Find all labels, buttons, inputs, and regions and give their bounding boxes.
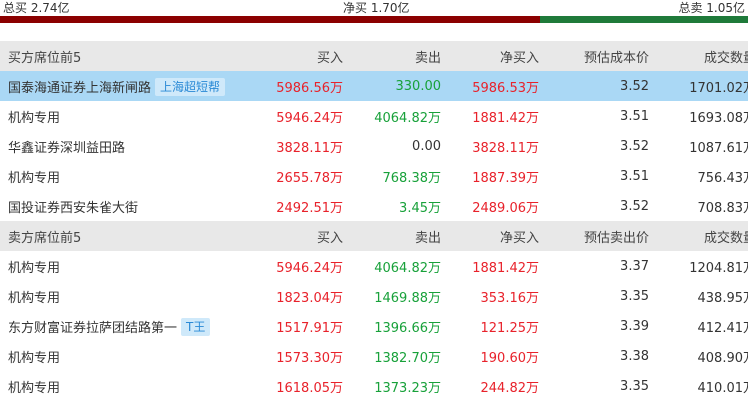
seat-name[interactable]: 华鑫证券深圳益田路 (0, 131, 260, 161)
volume: 408.90万 (697, 350, 748, 366)
sell-ratio-segment (540, 16, 748, 23)
col-sell: 卖出 (343, 41, 441, 71)
buy-seat-row[interactable]: 机构专用 5946.24万 4064.82万 1881.42万 3.51 169… (0, 101, 748, 131)
net-buy-amount: 1881.42万 (472, 260, 539, 276)
seats-table: 买方席位前5 买入 卖出 净买入 预估成本价 成交数量 国泰海通证券上海新闸路上… (0, 41, 748, 401)
seat-name-cell[interactable]: 国泰海通证券上海新闸路 上海超短帮 (0, 71, 260, 101)
volume: 756.43万 (697, 170, 748, 186)
volume: 1087.61万 (689, 140, 748, 156)
buy-ratio-segment (0, 16, 541, 23)
sell-amount: 1382.70万 (374, 350, 441, 366)
seat-name-cell[interactable]: 东方财富证券拉萨团结路第一 T王 (0, 311, 260, 341)
buy-amount: 1573.30万 (276, 350, 343, 366)
sell-amount: 4064.82万 (374, 260, 441, 276)
est-price: 3.51 (620, 108, 649, 124)
net-buy-amount: 2489.06万 (472, 200, 539, 216)
net-buy-amount: 121.25万 (480, 320, 540, 336)
net-buy-amount: 5986.53万 (441, 71, 539, 101)
est-price: 3.35 (620, 378, 649, 394)
buy-seat-row[interactable]: 国泰海通证券上海新闸路 上海超短帮 5986.56万 330.00 5986.53… (0, 71, 748, 101)
buy-amount: 1517.91万 (276, 320, 343, 336)
sell-amount: 1469.88万 (374, 290, 441, 306)
buy-amount: 5986.56万 (260, 71, 343, 101)
sell-seat-row[interactable]: 东方财富证券拉萨团结路第一 T王 1517.91万 1396.66万 121.25… (0, 311, 748, 341)
volume: 1693.08万 (689, 110, 748, 126)
col-buy-seats: 买方席位前5 (0, 41, 260, 71)
est-price: 3.38 (620, 348, 649, 364)
seat-tag[interactable]: T王 (181, 317, 211, 336)
volume: 438.95万 (697, 290, 748, 306)
buy-seat-row[interactable]: 华鑫证券深圳益田路 3828.11万 0.00 3828.11万 3.52 10… (0, 131, 748, 161)
col-volume: 成交数量 (649, 41, 748, 71)
col-sell: 卖出 (343, 221, 441, 251)
col-net-buy: 净买入 (441, 221, 539, 251)
volume: 708.83万 (697, 200, 748, 216)
volume: 1701.02万 (649, 71, 748, 101)
buy-seat-row[interactable]: 国投证券西安朱雀大街 2492.51万 3.45万 2489.06万 3.52 … (0, 191, 748, 221)
sell-section-header: 卖方席位前5 买入 卖出 净买入 预估卖出价 成交数量 (0, 221, 748, 251)
buy-section-header: 买方席位前5 买入 卖出 净买入 预估成本价 成交数量 (0, 41, 748, 71)
seat-name[interactable]: 机构专用 (0, 341, 260, 371)
volume: 1204.81万 (689, 260, 748, 276)
seat-name[interactable]: 机构专用 (0, 161, 260, 191)
total-buy-label: 总买 2.74亿 (3, 1, 70, 15)
buy-amount: 2492.51万 (276, 200, 343, 216)
seat-name[interactable]: 机构专用 (0, 251, 260, 281)
summary-header: 总买 2.74亿 净买 1.70亿 总卖 1.05亿 (0, 0, 748, 16)
sell-amount: 330.00 (343, 71, 441, 101)
net-buy-label: 净买 1.70亿 (343, 1, 410, 15)
net-buy-amount: 190.60万 (480, 350, 540, 366)
buy-amount: 5946.24万 (276, 260, 343, 276)
col-net-buy: 净买入 (441, 41, 539, 71)
seat-name[interactable]: 东方财富证券拉萨团结路第一 (8, 321, 177, 336)
volume: 412.41万 (697, 320, 748, 336)
volume: 410.01万 (697, 380, 748, 396)
net-buy-amount: 353.16万 (480, 290, 540, 306)
buy-seat-row[interactable]: 机构专用 2655.78万 768.38万 1887.39万 3.51 756.… (0, 161, 748, 191)
seat-tag[interactable]: 上海超短帮 (155, 77, 226, 96)
sell-amount: 1373.23万 (374, 380, 441, 396)
seat-name[interactable]: 机构专用 (0, 101, 260, 131)
sell-amount: 0.00 (412, 138, 441, 154)
buy-amount: 1618.05万 (276, 380, 343, 396)
seat-name[interactable]: 机构专用 (0, 371, 260, 401)
seat-name[interactable]: 机构专用 (0, 281, 260, 311)
est-price: 3.37 (620, 258, 649, 274)
sell-seat-row[interactable]: 机构专用 5946.24万 4064.82万 1881.42万 3.37 120… (0, 251, 748, 281)
col-est-sell-price: 预估卖出价 (539, 221, 649, 251)
est-price: 3.52 (539, 71, 649, 101)
sell-seat-row[interactable]: 机构专用 1573.30万 1382.70万 190.60万 3.38 408.… (0, 341, 748, 371)
sell-amount: 1396.66万 (374, 320, 441, 336)
sell-amount: 768.38万 (382, 170, 442, 186)
col-buy: 买入 (260, 221, 343, 251)
sell-seat-row[interactable]: 机构专用 1823.04万 1469.88万 353.16万 3.35 438.… (0, 281, 748, 311)
net-buy-amount: 244.82万 (480, 380, 540, 396)
seat-name[interactable]: 国泰海通证券上海新闸路 (8, 81, 151, 96)
net-buy-amount: 3828.11万 (472, 140, 539, 156)
sell-seat-row[interactable]: 机构专用 1618.05万 1373.23万 244.82万 3.35 410.… (0, 371, 748, 401)
buy-amount: 5946.24万 (276, 110, 343, 126)
col-sell-seats: 卖方席位前5 (0, 221, 260, 251)
net-buy-amount: 1881.42万 (472, 110, 539, 126)
buy-amount: 3828.11万 (276, 140, 343, 156)
sell-amount: 4064.82万 (374, 110, 441, 126)
col-buy: 买入 (260, 41, 343, 71)
est-price: 3.39 (620, 318, 649, 334)
est-price: 3.35 (620, 288, 649, 304)
total-sell-label: 总卖 1.05亿 (678, 1, 745, 15)
col-est-cost-price: 预估成本价 (539, 41, 649, 71)
sell-amount: 3.45万 (399, 200, 441, 216)
est-price: 3.52 (620, 198, 649, 214)
buy-amount: 1823.04万 (276, 290, 343, 306)
est-price: 3.51 (620, 168, 649, 184)
seat-name[interactable]: 国投证券西安朱雀大街 (0, 191, 260, 221)
net-buy-amount: 1887.39万 (472, 170, 539, 186)
est-price: 3.52 (620, 138, 649, 154)
buy-amount: 2655.78万 (276, 170, 343, 186)
col-volume: 成交数量 (649, 221, 748, 251)
buy-sell-ratio-bar (0, 16, 748, 23)
